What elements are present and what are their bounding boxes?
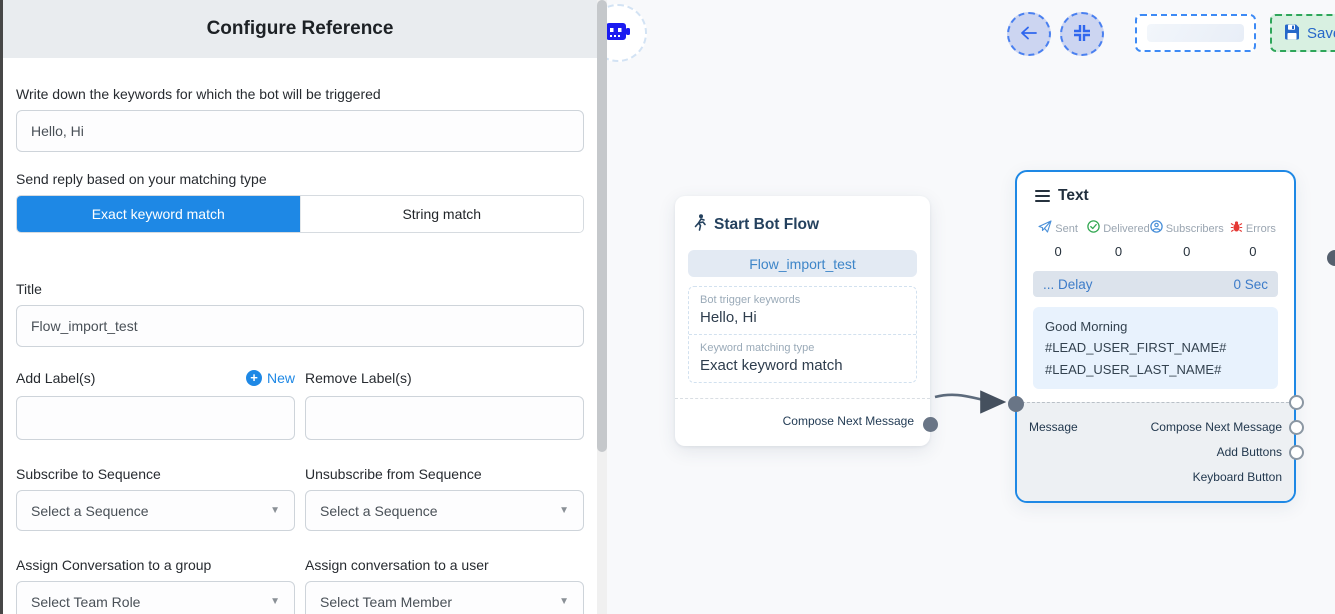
caret-down-icon: ▼ [270, 505, 280, 516]
assign-group-select[interactable]: Select Team Role ▼ [16, 581, 295, 614]
new-label-text: New [267, 370, 295, 386]
panel-scrollbar-thumb[interactable] [597, 0, 607, 452]
text-node-footer: Message Compose Next Message Add Buttons… [1017, 402, 1294, 501]
back-button[interactable] [1007, 12, 1051, 56]
stat-delivered: Delivered 0 [1087, 220, 1149, 259]
add-buttons-output-label: Add Buttons [1217, 445, 1282, 459]
matching-type-summary-value: Exact keyword match [700, 357, 905, 374]
matching-type-summary-label: Keyword matching type [700, 342, 905, 354]
assign-user-value: Select Team Member [320, 594, 452, 610]
caret-down-icon: ▼ [559, 596, 569, 607]
title-label: Title [16, 281, 584, 297]
start-bot-flow-node[interactable]: Start Bot Flow Flow_import_test Bot trig… [675, 196, 930, 446]
text-node-title: Text [1058, 187, 1089, 205]
trigger-keywords-label: Bot trigger keywords [700, 294, 905, 306]
remove-labels-label: Remove Label(s) [305, 370, 412, 386]
matching-type-tabs: Exact keyword match String match [16, 195, 584, 233]
page-title: Configure Reference [207, 18, 394, 40]
save-icon [1284, 24, 1300, 43]
caret-down-icon: ▼ [270, 596, 280, 607]
walking-person-icon [693, 214, 707, 236]
plus-icon: + [246, 370, 262, 386]
tab-exact-keyword-match[interactable]: Exact keyword match [17, 196, 300, 232]
unsubscribe-sequence-select[interactable]: Select a Sequence ▼ [305, 490, 584, 531]
new-label-button[interactable]: + New [246, 370, 295, 386]
caret-down-icon: ▼ [559, 505, 569, 516]
keyboard-button-port[interactable] [1289, 445, 1304, 460]
add-labels-input[interactable] [16, 396, 295, 440]
matching-type-label: Send reply based on your matching type [16, 171, 584, 187]
robot-icon [607, 16, 633, 51]
message-input-port[interactable] [1008, 396, 1024, 412]
assign-group-label: Assign Conversation to a group [16, 557, 295, 573]
compose-next-message-output-label: Compose Next Message [1151, 420, 1282, 434]
flow-canvas[interactable]: Save Start Bot Flow [607, 0, 1335, 614]
message-input-label: Message [1029, 420, 1078, 434]
flow-name-chip[interactable]: Flow_import_test [688, 250, 917, 277]
panel-scrollbar [597, 0, 607, 614]
matching-type-section: Keyword matching type Exact keyword matc… [689, 334, 916, 382]
drag-handle-icon[interactable] [1035, 190, 1050, 203]
start-output-port[interactable] [923, 417, 938, 432]
subscribe-sequence-select[interactable]: Select a Sequence ▼ [16, 490, 295, 531]
assign-user-label: Assign conversation to a user [305, 557, 584, 573]
delivered-icon [1087, 220, 1100, 238]
errors-icon [1230, 220, 1243, 238]
text-node-header: Text [1017, 172, 1294, 205]
delay-setting[interactable]: ... Delay 0 Sec [1033, 271, 1278, 297]
app-window: Configure Reference Write down the keywo… [0, 0, 1335, 614]
delay-value: 0 Sec [1233, 277, 1268, 292]
skeleton-pill [1147, 24, 1244, 42]
start-node-footer: Compose Next Message [675, 399, 930, 446]
save-button[interactable]: Save [1270, 14, 1335, 52]
message-bubble[interactable]: Good Morning #LEAD_USER_FIRST_NAME# #LEA… [1033, 307, 1278, 389]
flow-name-placeholder-button[interactable] [1135, 14, 1256, 52]
compose-next-message-port[interactable] [1289, 395, 1304, 410]
subscribers-icon [1150, 220, 1163, 238]
remove-labels-input[interactable] [305, 396, 584, 440]
start-node-title: Start Bot Flow [714, 216, 819, 234]
keyboard-button-output-label: Keyboard Button [1193, 470, 1282, 484]
fit-view-button[interactable] [1060, 12, 1104, 56]
unsubscribe-sequence-value: Select a Sequence [320, 503, 438, 519]
flow-name-chip-label: Flow_import_test [749, 256, 856, 272]
unsubscribe-sequence-label: Unsubscribe from Sequence [305, 466, 584, 482]
trigger-summary-box: Bot trigger keywords Hello, Hi Keyword m… [688, 286, 917, 383]
subscribe-sequence-label: Subscribe to Sequence [16, 466, 295, 482]
assign-group-value: Select Team Role [31, 594, 140, 610]
trigger-keywords-section: Bot trigger keywords Hello, Hi [689, 287, 916, 334]
panel-header: Configure Reference [3, 0, 597, 58]
assign-user-select[interactable]: Select Team Member ▼ [305, 581, 584, 614]
add-labels-label: Add Label(s) [16, 370, 95, 386]
start-node-header: Start Bot Flow [675, 196, 930, 236]
compress-icon [1074, 25, 1090, 44]
compose-next-message-label: Compose Next Message [783, 414, 914, 428]
trigger-keywords-value: Hello, Hi [700, 309, 905, 326]
subscribe-sequence-value: Select a Sequence [31, 503, 149, 519]
tab-string-match[interactable]: String match [300, 196, 584, 232]
title-input[interactable] [16, 305, 584, 347]
configure-panel: Configure Reference Write down the keywo… [3, 0, 597, 614]
text-message-node[interactable]: Text Sent 0 [1015, 170, 1296, 503]
stats-row: Sent 0 Delivered 0 [1017, 220, 1294, 259]
sequence-row: Subscribe to Sequence Select a Sequence … [16, 466, 584, 531]
stat-sent: Sent 0 [1029, 220, 1087, 259]
panel-body: Write down the keywords for which the bo… [3, 86, 597, 614]
keywords-input[interactable] [16, 110, 584, 152]
save-label: Save [1307, 25, 1335, 42]
remove-labels-col: Remove Label(s) [305, 368, 584, 440]
assign-row: Assign Conversation to a group Select Te… [16, 557, 584, 614]
offscreen-node-port[interactable] [1327, 250, 1335, 266]
delay-label: ... Delay [1043, 277, 1093, 292]
add-buttons-port[interactable] [1289, 420, 1304, 435]
add-labels-col: Add Label(s) + New [16, 368, 295, 440]
stat-errors: Errors 0 [1224, 220, 1282, 259]
back-icon [1019, 25, 1039, 44]
bot-badge[interactable] [607, 4, 647, 62]
stat-subscribers: Subscribers 0 [1150, 220, 1224, 259]
keywords-label: Write down the keywords for which the bo… [16, 86, 584, 102]
labels-row: Add Label(s) + New Remove Label(s) [16, 368, 584, 440]
sent-icon [1038, 220, 1052, 238]
